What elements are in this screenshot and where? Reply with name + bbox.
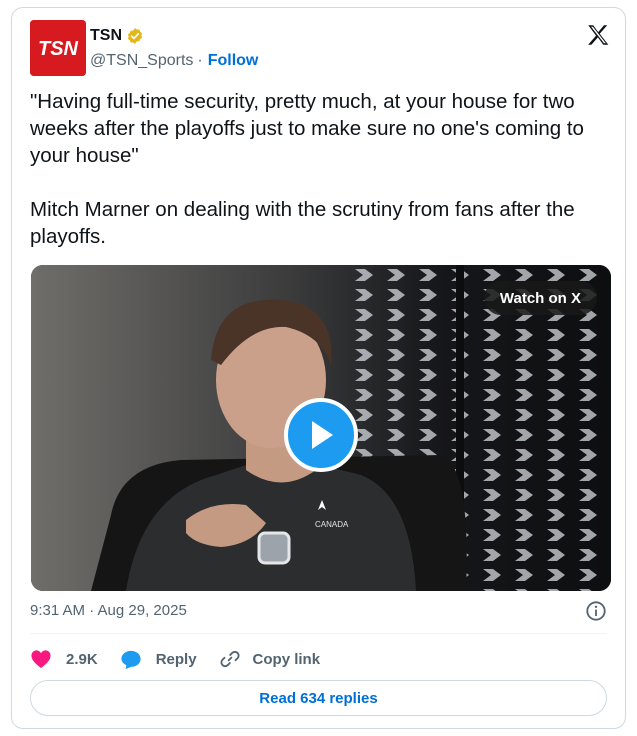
tweet-card: TSN TSN @TSN_Sports · Follow "Having ful…: [11, 7, 626, 729]
link-icon: [220, 650, 240, 668]
reply-label: Reply: [155, 650, 197, 668]
like-count: 2.9K: [66, 650, 98, 668]
read-replies-button[interactable]: Read 634 replies: [30, 680, 607, 716]
divider: [30, 633, 607, 634]
separator-dot: ·: [197, 52, 203, 69]
tweet-text: "Having full-time security, pretty much,…: [30, 88, 610, 250]
action-bar: 2.9K Reply Copy link: [30, 642, 320, 676]
author-handle[interactable]: @TSN_Sports: [90, 52, 193, 70]
reply-button[interactable]: Reply: [120, 649, 197, 670]
video-player[interactable]: CANADA Watch on X: [31, 265, 611, 591]
copy-link-label: Copy link: [252, 650, 321, 668]
author-name-row: TSN: [90, 25, 144, 47]
play-button[interactable]: [284, 398, 358, 472]
info-icon[interactable]: [585, 600, 607, 622]
svg-text:TSN: TSN: [38, 38, 79, 60]
verified-badge-icon: [127, 28, 143, 44]
tweet-timestamp[interactable]: 9:31 AM · Aug 29, 2025: [30, 602, 187, 619]
watch-on-x-button[interactable]: Watch on X: [483, 281, 597, 315]
author-display-name[interactable]: TSN: [90, 27, 122, 45]
follow-button[interactable]: Follow: [208, 52, 259, 70]
tweet-caption-paragraph: Mitch Marner on dealing with the scrutin…: [30, 198, 575, 248]
play-icon: [312, 421, 333, 449]
tweet-quote-paragraph: "Having full-time security, pretty much,…: [30, 90, 584, 167]
tsn-logo-icon: TSN: [30, 20, 86, 76]
x-logo-icon[interactable]: [585, 22, 611, 48]
copy-link-button[interactable]: Copy link: [219, 648, 321, 670]
author-handle-row: @TSN_Sports · Follow: [90, 50, 258, 72]
heart-icon: [31, 650, 51, 669]
reply-bubble-icon: [121, 650, 141, 669]
svg-text:CANADA: CANADA: [315, 520, 349, 529]
avatar[interactable]: TSN: [30, 20, 86, 76]
like-button[interactable]: 2.9K: [30, 649, 98, 669]
